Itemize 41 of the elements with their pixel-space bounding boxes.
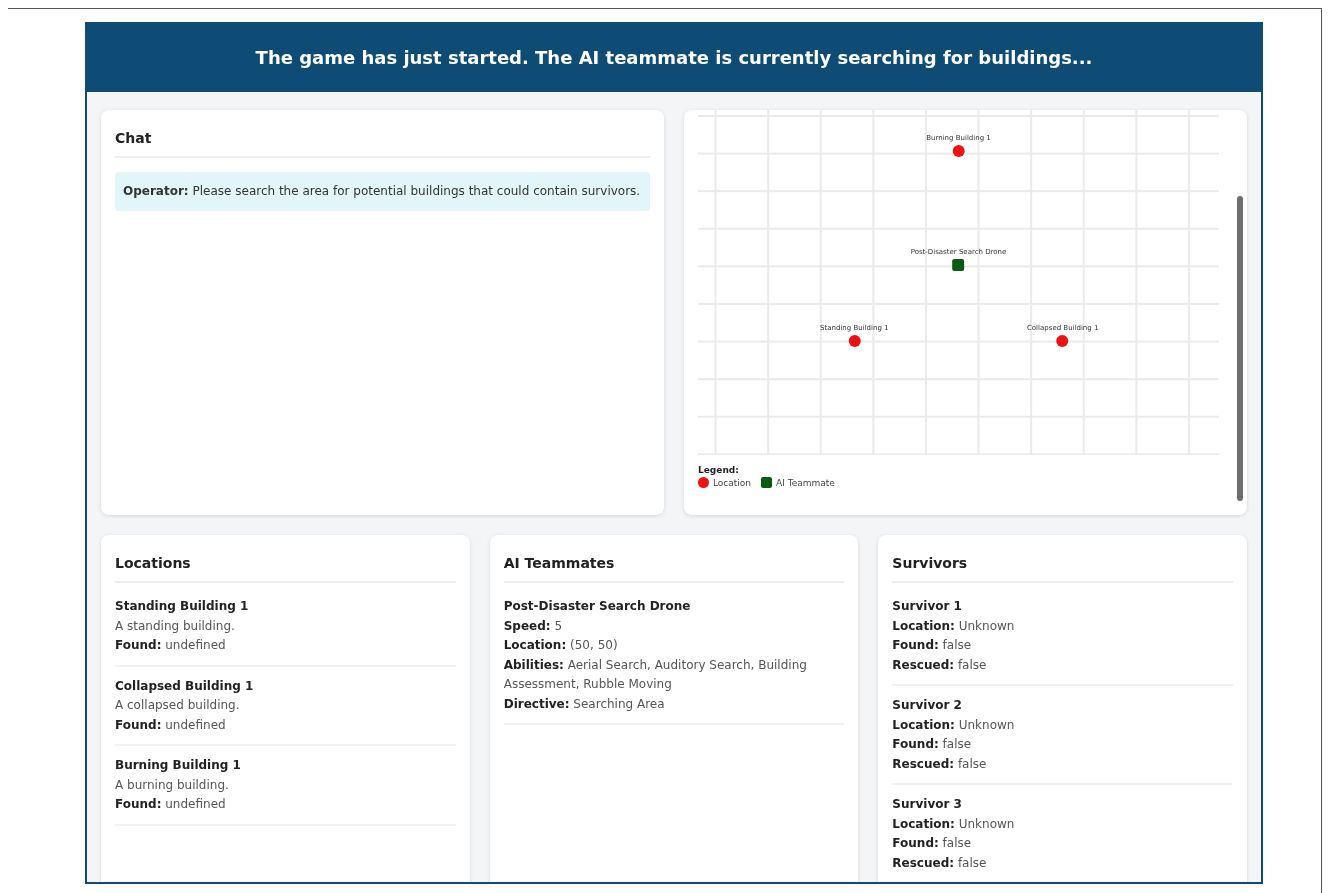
location-description: A burning building.: [115, 776, 230, 794]
field-text: Found: false: [892, 835, 973, 852]
panel-title: Survivors: [892, 551, 1233, 583]
legend-label: Location: [713, 477, 752, 488]
field-text: Directive: Searching Area: [503, 695, 666, 713]
field-text: Found: undefined: [115, 796, 227, 813]
field-text: Speed: 5: [503, 617, 564, 635]
field-text: Location: Unknown: [892, 716, 1016, 734]
circle-icon: [698, 477, 709, 488]
panel-title: Chat: [115, 126, 650, 158]
location-name: Burning Building 1: [115, 757, 242, 774]
field-text: Found: undefined: [115, 716, 227, 734]
location-marker-icon[interactable]: [848, 335, 861, 348]
field-text: Found: false: [892, 637, 973, 654]
survivor-name: Survivor 2: [892, 697, 963, 714]
status-message: The game has just started. The AI teammate is currently searching for buildings...: [255, 46, 1093, 68]
survivor-name: Survivor 3: [892, 796, 963, 813]
field-text: Abilities: Aerial Search, Auditory Search, Building Assessment, Rubble Moving: [503, 656, 808, 693]
panel-title: AI Teammates: [503, 551, 845, 583]
location-name: Standing Building 1: [115, 598, 250, 615]
square-icon: [761, 477, 773, 488]
field-text: Rescued: false: [892, 854, 988, 872]
location-description: A collapsed building.: [115, 697, 241, 714]
field-text: Found: false: [892, 736, 973, 753]
field-text: Location: (50, 50): [503, 637, 619, 654]
teammate-name: Post-Disaster Search Drone: [503, 598, 692, 615]
survivor-name: Survivor 1: [892, 598, 963, 615]
field-text: Location: Unknown: [892, 617, 1016, 635]
panel-title: Locations: [115, 551, 456, 583]
field-text: Rescued: false: [892, 755, 988, 773]
field-text: Rescued: false: [892, 656, 988, 674]
field-text: Location: Unknown: [892, 815, 1016, 833]
location-name: Collapsed Building 1: [115, 677, 255, 695]
field-text: Found: undefined: [115, 637, 227, 654]
location-description: A standing building.: [115, 617, 236, 635]
chat-message: Operator: Please search the area for potential buildings that could contain survivors.: [115, 172, 650, 211]
teammate-marker-icon[interactable]: [952, 259, 965, 272]
location-marker-icon[interactable]: [952, 145, 965, 158]
legend-title: Legend:: [698, 465, 740, 475]
legend-label: AI Teammate: [776, 477, 835, 488]
location-marker-icon[interactable]: [1056, 335, 1069, 348]
